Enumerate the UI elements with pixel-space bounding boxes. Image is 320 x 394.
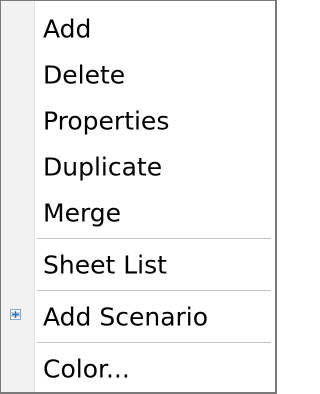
- menu-item-merge[interactable]: Merge: [1, 191, 275, 235]
- menu-item-label: Add: [43, 14, 92, 44]
- menu-item-label: Merge: [43, 198, 122, 228]
- menu-item-add[interactable]: Add: [1, 7, 275, 51]
- sheet-context-menu: Add Delete Properties Duplicate Merge Sh…: [0, 0, 277, 394]
- menu-separator: [37, 290, 271, 291]
- menu-item-delete[interactable]: Delete: [1, 53, 275, 97]
- menu-item-label: Sheet List: [43, 250, 167, 280]
- menu-item-duplicate[interactable]: Duplicate: [1, 145, 275, 189]
- menu-item-sheet-list[interactable]: Sheet List: [1, 243, 275, 287]
- menu-item-label: Properties: [43, 106, 170, 136]
- menu-separator: [37, 238, 271, 239]
- menu-item-add-scenario[interactable]: Add Scenario: [1, 295, 275, 339]
- add-scenario-icon: [10, 309, 21, 320]
- menu-item-color[interactable]: Color...: [1, 347, 275, 391]
- menu-item-label: Add Scenario: [43, 302, 209, 332]
- menu-separator: [37, 342, 271, 343]
- menu-item-properties[interactable]: Properties: [1, 99, 275, 143]
- menu-item-label: Delete: [43, 60, 126, 90]
- menu-item-label: Color...: [43, 354, 130, 384]
- menu-item-label: Duplicate: [43, 152, 163, 182]
